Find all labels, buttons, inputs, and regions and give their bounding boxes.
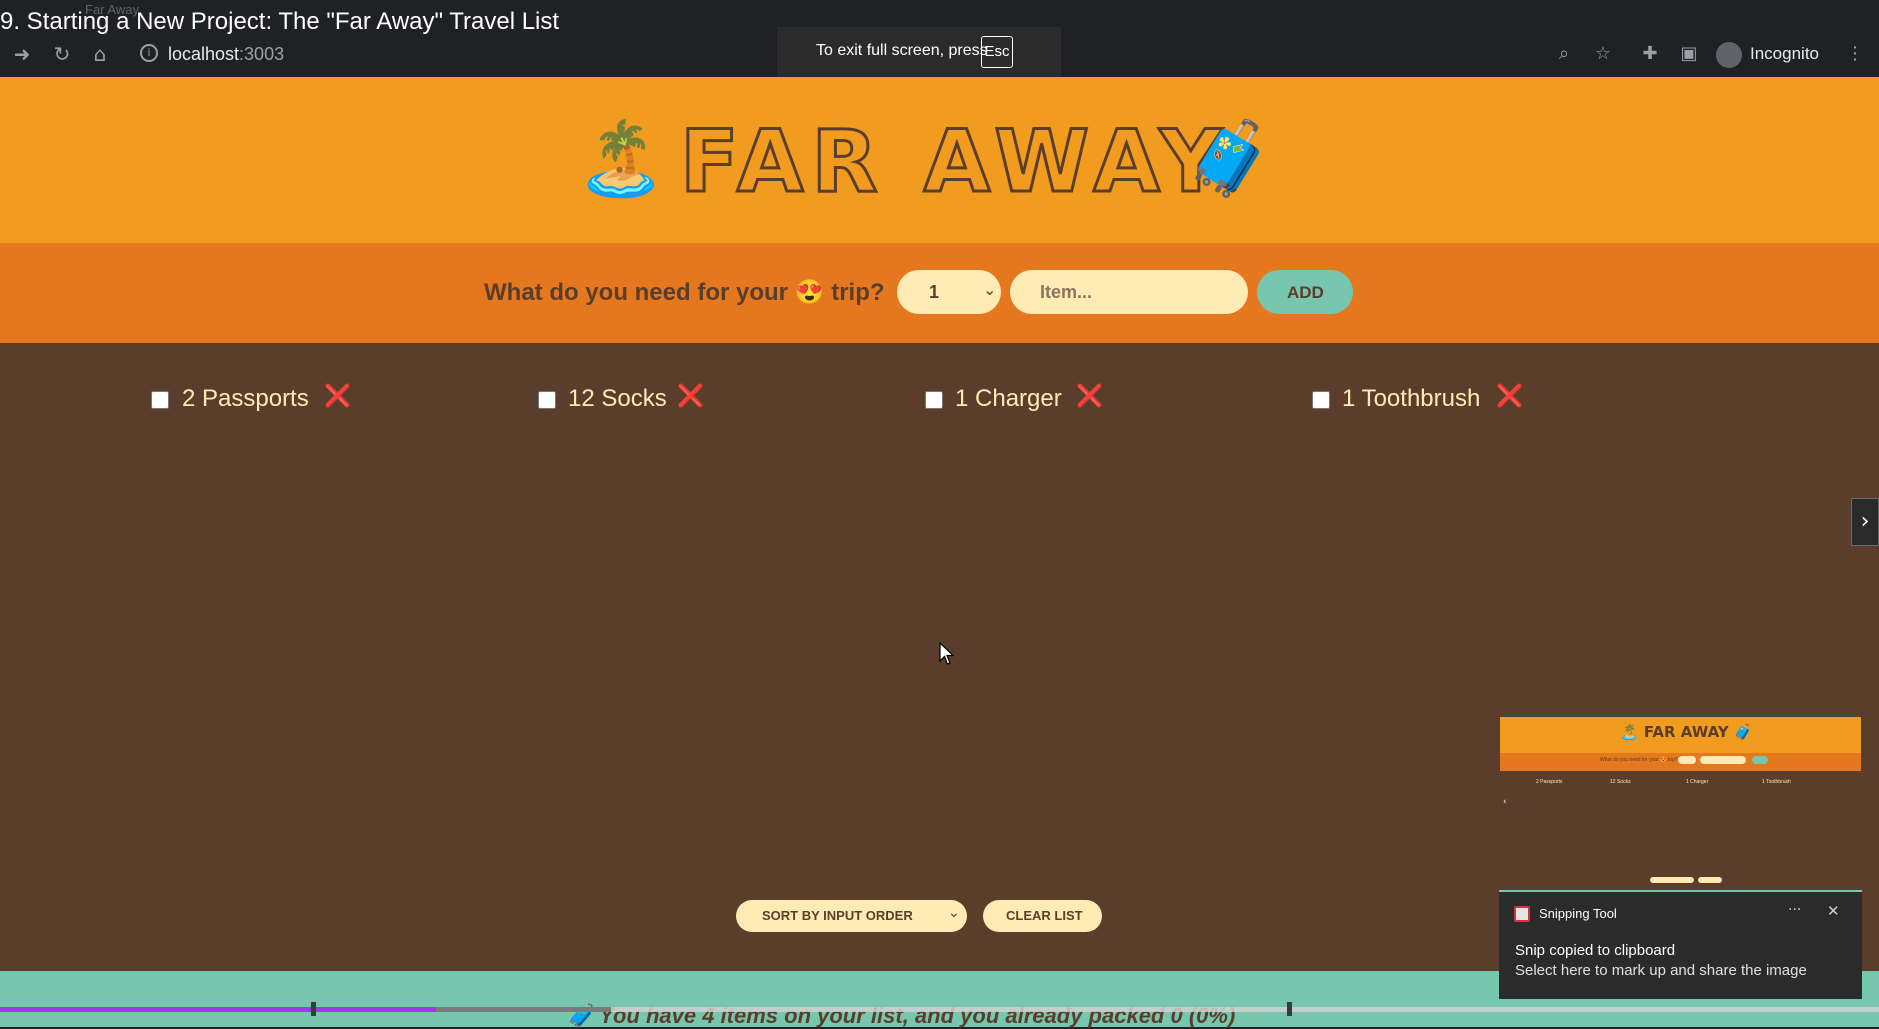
item-checkbox[interactable] [1312,391,1330,409]
item-checkbox[interactable] [925,391,943,409]
list-item-label: 2 Passports [182,385,309,412]
video-played-bar [0,1007,436,1012]
fullscreen-notice: To exit full screen, press [816,42,988,59]
add-button-label: ADD [1287,283,1324,302]
menu-dots-icon[interactable]: ⋮ [1843,42,1867,66]
item-input-placeholder: Item... [1040,282,1093,302]
island-icon: 🏝️ [576,116,666,200]
thumb-item: 1 Charger [1686,779,1709,785]
delete-icon[interactable]: ❌ [1076,384,1103,409]
thumb-item: 2 Passports [1536,779,1563,785]
thumb-clear-pill [1698,877,1722,883]
next-arrow-icon[interactable]: › [1851,498,1879,546]
delete-icon[interactable]: ❌ [324,384,351,409]
chapter-marker[interactable] [311,1002,316,1016]
esc-key-badge: Esc [981,36,1013,68]
list-item-label: 1 Charger [955,385,1062,412]
thumb-item: 12 Socks [1610,779,1631,785]
item-checkbox[interactable] [538,391,556,409]
thumb-arrow-icon: ‹ [1503,797,1507,807]
forward-arrow-icon[interactable]: ➜ [8,40,36,68]
delete-icon[interactable]: ❌ [677,384,704,409]
url-port: :3003 [239,44,285,64]
thumb-question: What do you need for your 😍 trip? [1600,757,1678,763]
reload-icon[interactable]: ↻ [48,40,76,68]
video-title: 9. Starting a New Project: The "Far Away… [0,8,560,35]
thumb-title: 🏝️ FAR AWAY 🧳 [1620,723,1753,741]
form-question: What do you need for your 😍 trip? [484,279,885,306]
extensions-icon[interactable]: ✚ [1638,42,1662,66]
more-options-icon[interactable]: ··· [1788,902,1801,918]
info-icon[interactable]: i [140,44,158,62]
logo-title: FAR AWAY [679,111,1230,214]
list-item-label: 1 Toothbrush [1342,385,1481,412]
clear-list-label: CLEAR LIST [1006,908,1083,923]
snip-thumbnail[interactable]: 🏝️ FAR AWAY 🧳 What do you need for your … [1499,716,1862,890]
chapter-marker[interactable] [1287,1002,1292,1016]
thumb-add-pill [1752,756,1768,764]
home-icon[interactable]: ⌂ [86,40,114,68]
thumb-sort-pill [1650,877,1694,883]
url-text[interactable]: localhost:3003 [168,44,284,65]
chevron-down-icon: ⌄ [948,905,960,921]
snipping-tool-icon [1514,906,1530,922]
url-host: localhost [168,44,240,64]
profile-label[interactable]: Incognito [1750,44,1819,64]
close-icon[interactable]: ✕ [1827,902,1840,920]
toast-message: Select here to mark up and share the ima… [1515,962,1807,979]
quantity-value: 1 [929,282,940,302]
star-icon[interactable]: ☆ [1591,42,1615,66]
toast-heading: Snip copied to clipboard [1515,942,1676,959]
toast-app-name: Snipping Tool [1539,906,1617,921]
delete-icon[interactable]: ❌ [1496,384,1523,409]
incognito-icon[interactable] [1716,42,1742,68]
sort-select-value: SORT BY INPUT ORDER [762,908,913,923]
zoom-icon[interactable]: ⌕ [1552,42,1576,66]
side-panel-icon[interactable]: ▣ [1677,42,1701,66]
thumb-quantity-pill [1678,756,1696,764]
item-checkbox[interactable] [151,391,169,409]
chevron-down-icon: ⌄ [983,280,997,299]
suitcase-icon: 🧳 [1185,116,1275,200]
thumb-item: 1 Toothbrush [1762,779,1791,785]
mouse-cursor-icon [939,642,955,665]
list-item-label: 12 Socks [568,385,667,412]
thumb-item-pill [1700,756,1746,764]
